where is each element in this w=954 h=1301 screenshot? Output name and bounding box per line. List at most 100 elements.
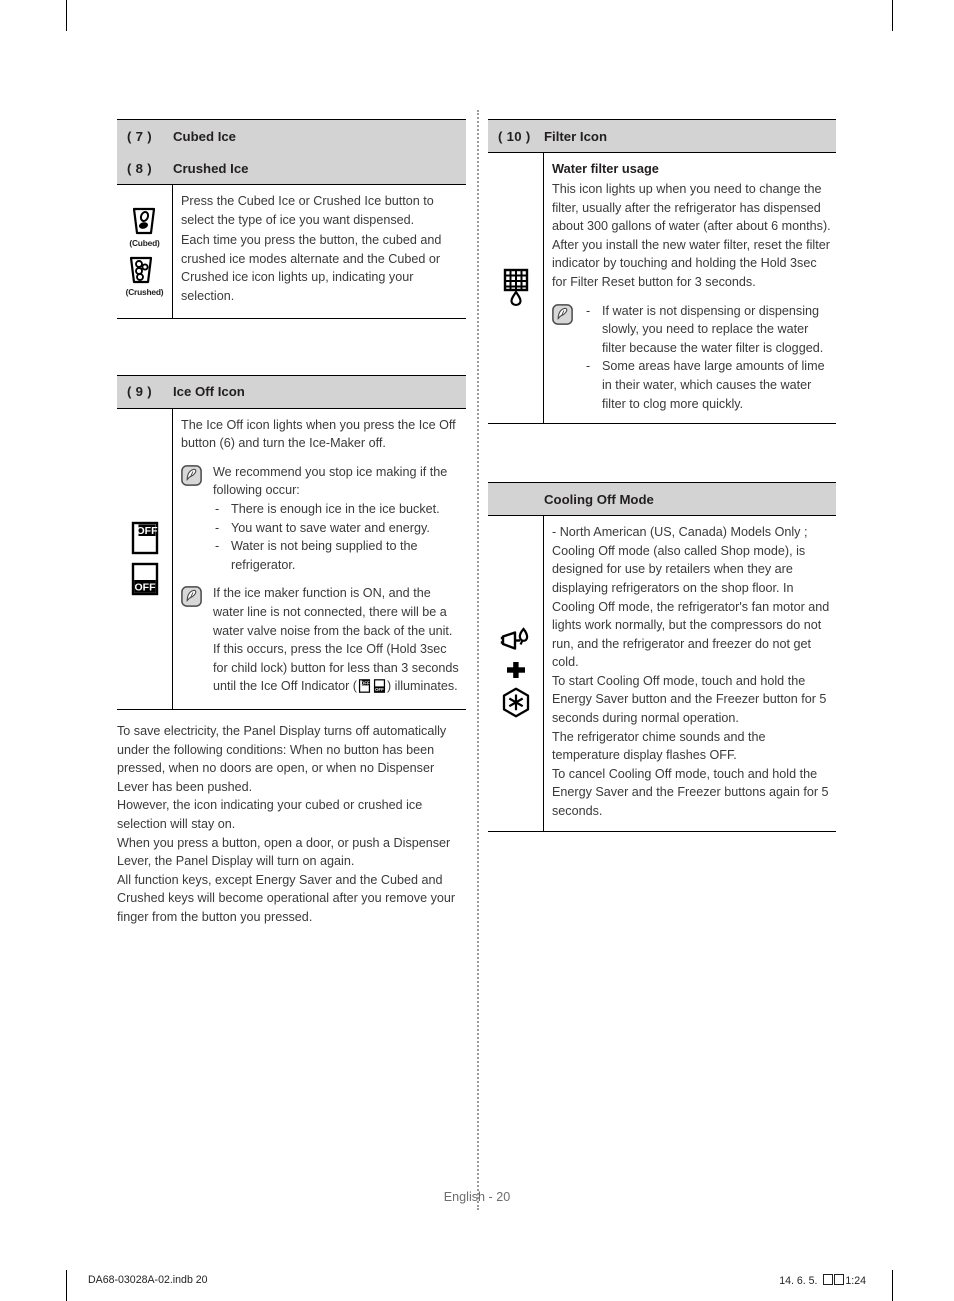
section-header-cooling-off: Cooling Off Mode [488, 483, 836, 516]
svg-text:OFF: OFF [361, 681, 370, 686]
paragraph-alternate-modes: Each time you press the button, the cube… [181, 233, 442, 303]
icon-column-filter [488, 153, 544, 424]
section-cubed-crushed-ice: ( 7 ) Cubed Ice ( 8 ) Crushed Ice (Cubed… [117, 119, 466, 319]
freezer-snowflake-icon [501, 687, 531, 719]
item-number-7: ( 7 ) [127, 128, 152, 144]
section-gap-right [488, 424, 836, 482]
item-title-cubed-ice: Cubed Ice [173, 128, 237, 144]
list-item: - Water is not being supplied to the refr… [213, 537, 462, 574]
footer-file-stamp: DA68-03028A-02.indb 20 [88, 1274, 208, 1286]
footer-time: 1:24 [845, 1275, 866, 1287]
footer-date: 14. 6. 5. [779, 1275, 818, 1287]
paragraph-cooling-off-2: To start Cooling Off mode, touch and hol… [552, 673, 827, 726]
section-ice-off-icon: ( 9 ) Ice Off Icon OFF OFF The Ice Off i… [117, 374, 466, 710]
crushed-ice-icon [126, 255, 164, 286]
note-dash-list: - There is enough ice in the ice bucket. … [213, 500, 462, 574]
manual-page: ( 7 ) Cubed Ice ( 8 ) Crushed Ice (Cubed… [0, 0, 954, 1301]
note-body-water-valve: If the ice maker function is ON, and the… [207, 584, 462, 699]
missing-glyph-box [834, 1274, 845, 1285]
left-column: ( 7 ) Cubed Ice ( 8 ) Crushed Ice (Cubed… [117, 119, 466, 710]
section-header-ice-off: ( 9 ) Ice Off Icon [117, 375, 466, 408]
page-label: English - 20 [443, 1190, 511, 1204]
paragraph-cooling-off-1: - North American (US, Canada) Models Onl… [552, 525, 830, 670]
text-column-filter: Water filter usage This icon lights up w… [544, 153, 836, 423]
dash-marker: - [215, 501, 220, 516]
item-title-cooling-off-mode: Cooling Off Mode [544, 491, 654, 507]
paragraph-ice-off-intro: The Ice Off icon lights when you press t… [181, 417, 456, 451]
energy-saver-icon [500, 627, 532, 653]
section-header-cubed-ice: ( 7 ) Cubed Ice [117, 120, 466, 152]
note-body-filter-clog: - If water is not dispensing or dispensin… [578, 302, 832, 414]
list-item-text: You want to save water and energy. [231, 520, 430, 535]
note-body-stop-ice: We recommend you stop ice making if the … [207, 463, 462, 575]
section-cooling-off-mode: Cooling Off Mode - North American (US, C… [488, 482, 836, 832]
list-item: - You want to save water and energy. [213, 519, 462, 538]
list-item-text: Water is not being supplied to the refri… [231, 539, 418, 572]
note-water-valve-noise: If the ice maker function is ON, and the… [181, 584, 462, 699]
item-title-filter-icon: Filter Icon [544, 128, 608, 144]
text-column-cooling-off: - North American (US, Canada) Models Onl… [544, 516, 836, 831]
list-item-text: There is enough ice in the ice bucket. [231, 501, 440, 516]
icon-column-ice-types: (Cubed) (Crushed) [117, 185, 173, 318]
section-body-filter: Water filter usage This icon lights up w… [488, 152, 836, 424]
paragraph-cooling-off-3: The refrigerator chime sounds and the te… [552, 729, 766, 763]
note-lead-text: We recommend you stop ice making if the … [213, 464, 448, 498]
item-number-8: ( 8 ) [127, 160, 152, 176]
note-icon-wrap [181, 463, 207, 486]
plus-icon [505, 660, 527, 680]
list-item-text: If water is not dispensing or dispensing… [602, 303, 824, 355]
dash-marker: - [586, 303, 591, 318]
note-text-after-icons: ) illuminates. [386, 679, 458, 694]
paragraph-filter-usage: This icon lights up when you need to cha… [552, 182, 831, 289]
list-item: - Some areas have large amounts of lime i… [584, 357, 832, 413]
subheading-water-filter-usage: Water filter usage [552, 161, 659, 176]
footer-date-stamp: 14. 6. 5. 1:24 [779, 1274, 866, 1287]
note-stop-ice-making: We recommend you stop ice making if the … [181, 463, 462, 575]
note-filter-clog: - If water is not dispensing or dispensin… [552, 302, 832, 414]
panel-display-paragraph-1: To save electricity, the Panel Display t… [117, 724, 447, 794]
section-header-filter: ( 10 ) Filter Icon [488, 120, 836, 152]
section-filter-icon: ( 10 ) Filter Icon Water filter usage Th… [488, 119, 836, 425]
icon-column-cooling-off [488, 516, 544, 831]
missing-glyph-box [823, 1274, 834, 1285]
item-number-10: ( 10 ) [498, 128, 531, 144]
paragraph-cooling-off-4: To cancel Cooling Off mode, touch and ho… [552, 766, 829, 819]
panel-display-paragraph-3: When you press a button, open a door, or… [117, 835, 451, 869]
list-item: - If water is not dispensing or dispensin… [584, 302, 832, 358]
section-body-cooling-off: - North American (US, Canada) Models Onl… [488, 515, 836, 831]
panel-display-paragraph-2: However, the icon indicating your cubed … [117, 798, 423, 831]
ice-off-indicator-bottom-inline-icon: OFF [373, 679, 386, 699]
svg-text:OFF: OFF [136, 525, 158, 537]
note-text-before-icons: If the ice maker function is ON, and the… [213, 586, 459, 694]
note-icon-wrap [552, 302, 578, 325]
text-column-ice-types: Press the Cubed Ice or Crushed Ice butto… [173, 185, 466, 318]
item-number-9: ( 9 ) [127, 384, 152, 400]
note-icon-wrap [181, 584, 207, 608]
panel-display-paragraph-4: All function keys, except Energy Saver a… [117, 872, 456, 924]
panel-display-note-block: To save electricity, the Panel Display t… [117, 722, 469, 927]
item-title-crushed-ice: Crushed Ice [173, 160, 249, 176]
note-dash-list-filter: - If water is not dispensing or dispensin… [584, 302, 832, 414]
section-header-crushed-ice: ( 8 ) Crushed Ice [117, 152, 466, 184]
text-column-ice-off: The Ice Off icon lights when you press t… [173, 409, 466, 709]
ice-off-indicator-top-inline-icon: OFF [358, 679, 371, 699]
icon-column-ice-off: OFF OFF [117, 408, 173, 709]
section-body-cubed-crushed: (Cubed) (Crushed) Press the Cubed Ice or… [117, 184, 466, 318]
note-water-valve-text: If the ice maker function is ON, and the… [213, 584, 462, 699]
dash-marker: - [215, 539, 220, 554]
dash-marker: - [215, 520, 220, 535]
crushed-ice-icon-group: (Crushed) [126, 255, 164, 297]
note-pen-icon [181, 586, 207, 608]
column-divider [477, 110, 479, 1210]
right-column: ( 10 ) Filter Icon Water filter usage Th… [488, 119, 836, 832]
cubed-ice-icon [129, 206, 159, 237]
dash-marker: - [586, 359, 591, 374]
water-filter-icon [500, 268, 532, 308]
svg-text:OFF: OFF [134, 582, 156, 594]
svg-text:OFF: OFF [375, 687, 384, 692]
ice-off-indicator-top-icon: OFF [130, 521, 160, 555]
section-body-ice-off: OFF OFF The Ice Off icon lights when you… [117, 407, 466, 709]
list-item-text: Some areas have large amounts of lime in… [602, 359, 825, 411]
note-pen-icon [181, 464, 207, 486]
